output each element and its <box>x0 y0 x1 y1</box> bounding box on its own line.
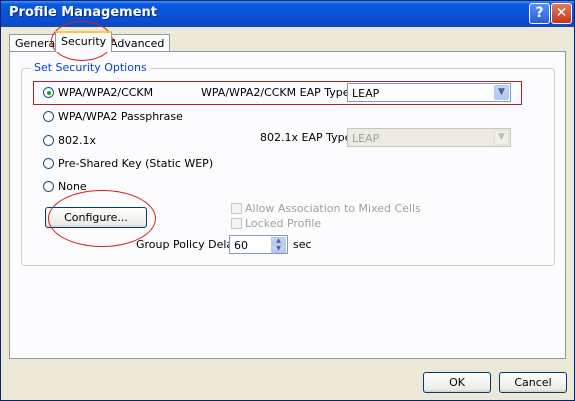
cancel-button-label: Cancel <box>514 376 552 389</box>
radio-8021x[interactable] <box>43 135 54 146</box>
radio-pre-shared-key-label[interactable]: Pre-Shared Key (Static WEP) <box>58 157 213 170</box>
spin-down-icon[interactable]: ▼ <box>271 245 286 253</box>
group-policy-unit: sec <box>293 238 312 251</box>
help-button[interactable]: ? <box>529 3 550 24</box>
profile-management-dialog: Profile Management ? ✕ General Security … <box>0 0 575 401</box>
tab-security[interactable]: Security <box>55 31 113 52</box>
radio-none[interactable] <box>43 181 54 192</box>
radio-wpa-passphrase-label[interactable]: WPA/WPA2 Passphrase <box>58 110 183 123</box>
locked-profile-checkbox[interactable] <box>231 218 242 229</box>
allow-mixed-cells-label: Allow Association to Mixed Cells <box>245 202 421 215</box>
close-button[interactable]: ✕ <box>551 3 572 24</box>
ok-button-label: OK <box>449 376 465 389</box>
group-policy-delay-label: Group Policy Delay: <box>136 238 243 251</box>
highlight-wpa-row <box>33 81 522 105</box>
window-title: Profile Management <box>9 5 157 20</box>
group-title: Set Security Options <box>31 61 150 74</box>
chevron-down-icon: ▼ <box>494 130 509 145</box>
cancel-button[interactable]: Cancel <box>499 372 567 393</box>
locked-profile-label: Locked Profile <box>245 217 322 230</box>
ok-button[interactable]: OK <box>423 372 491 393</box>
help-icon: ? <box>535 5 544 21</box>
close-icon: ✕ <box>555 5 568 21</box>
group-policy-delay-spinner[interactable]: 60 ▲ ▼ <box>229 235 288 254</box>
spin-up-icon[interactable]: ▲ <box>271 237 286 245</box>
eap-8021x-type-label: 802.1x EAP Type: <box>260 131 356 144</box>
allow-mixed-cells-checkbox[interactable] <box>231 203 242 214</box>
radio-wpa-passphrase[interactable] <box>43 111 54 122</box>
highlight-configure-button <box>48 190 156 247</box>
tab-advanced[interactable]: Advanced <box>104 34 171 51</box>
eap-8021x-type-select[interactable]: LEAP ▼ <box>347 128 511 147</box>
radio-8021x-label[interactable]: 802.1x <box>58 134 96 147</box>
tab-security-label: Security <box>61 35 107 48</box>
tab-advanced-label: Advanced <box>110 37 165 50</box>
eap-8021x-type-value: LEAP <box>352 132 380 145</box>
radio-pre-shared-key[interactable] <box>43 158 54 169</box>
group-policy-delay-value: 60 <box>234 239 248 252</box>
